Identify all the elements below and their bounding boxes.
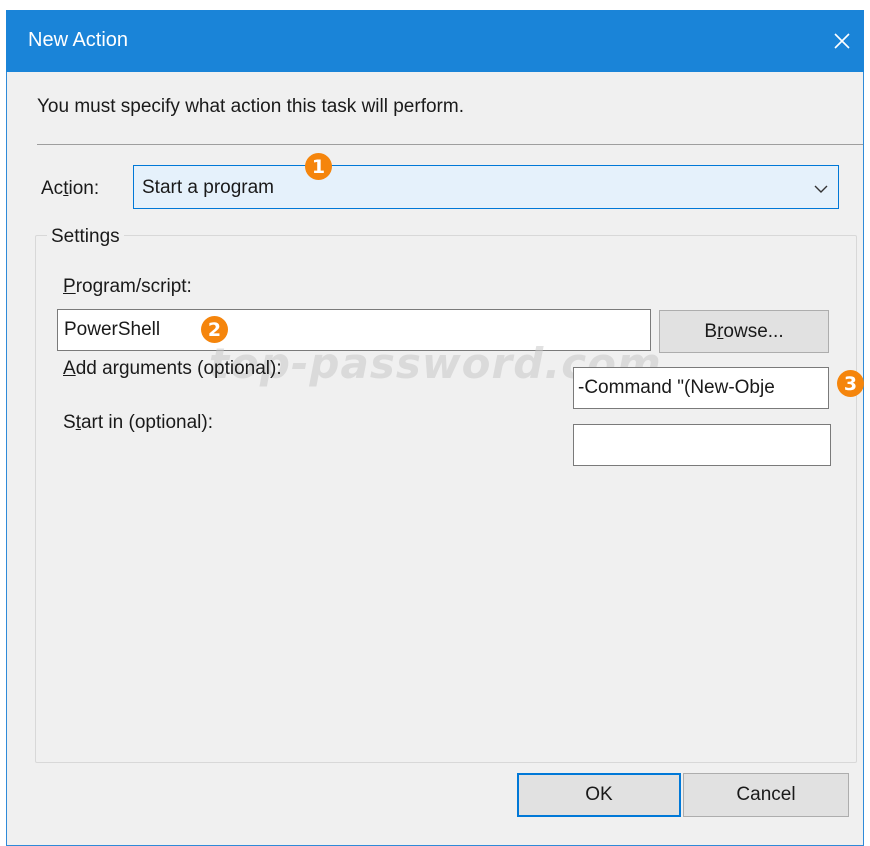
instruction-text: You must specify what action this task w…	[37, 96, 464, 117]
step-badge-3: 3	[837, 370, 864, 397]
step-badge-1: 1	[305, 153, 332, 180]
program-script-input[interactable]: PowerShell	[57, 309, 651, 351]
close-button[interactable]	[820, 10, 864, 72]
action-dropdown[interactable]: Start a program	[133, 165, 839, 209]
cancel-button[interactable]: Cancel	[683, 773, 849, 817]
chevron-down-icon	[814, 181, 828, 199]
ok-button[interactable]: OK	[517, 773, 681, 817]
divider	[37, 144, 863, 145]
arguments-label: Add arguments (optional):	[63, 358, 282, 379]
start-in-input[interactable]	[573, 424, 831, 466]
window-title: New Action	[28, 29, 129, 51]
program-script-label: Program/script:	[63, 276, 192, 297]
action-label: Action:	[41, 178, 100, 199]
title-bar: New Action	[6, 10, 864, 72]
action-selected-value: Start a program	[142, 177, 274, 198]
start-in-label: Start in (optional):	[63, 412, 213, 433]
browse-button[interactable]: Br owse...	[659, 310, 829, 353]
step-badge-2: 2	[201, 316, 228, 343]
settings-group-label: Settings	[47, 225, 124, 249]
close-icon	[834, 33, 850, 49]
new-action-dialog: New Action You must specify what action …	[6, 10, 864, 846]
arguments-input[interactable]: -Command "(New-Obje	[573, 367, 829, 409]
